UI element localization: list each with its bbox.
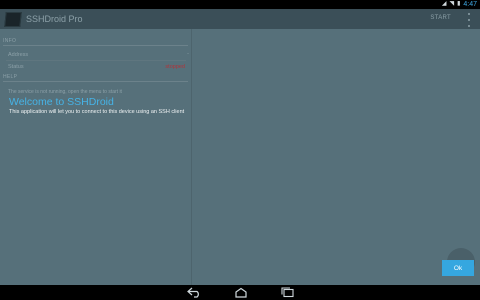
address-value: - bbox=[187, 51, 189, 57]
back-icon[interactable] bbox=[186, 287, 202, 298]
status-icons: ◢ ◥ ▮ 4:47 bbox=[442, 0, 477, 9]
wifi-icon: ◥ bbox=[449, 1, 455, 7]
ok-button[interactable]: Ok bbox=[442, 260, 474, 276]
info-section-divider bbox=[3, 45, 188, 46]
app-title: SSHDroid Pro bbox=[26, 14, 83, 24]
welcome-title: Welcome to SSHDroid bbox=[9, 96, 114, 108]
clock: 4:47 bbox=[463, 1, 477, 8]
start-button[interactable]: START bbox=[430, 15, 451, 21]
battery-icon: ▮ bbox=[457, 1, 461, 7]
help-section-divider bbox=[3, 81, 188, 82]
help-text: The service is not running, open the men… bbox=[8, 89, 122, 95]
welcome-message: This application will let you to connect… bbox=[9, 109, 185, 115]
row-divider bbox=[6, 60, 186, 61]
app-icon[interactable] bbox=[4, 12, 22, 27]
status-label: Status bbox=[8, 64, 24, 70]
address-label: Address bbox=[8, 52, 29, 58]
help-section-header: HELP bbox=[3, 74, 18, 80]
recent-apps-icon[interactable] bbox=[280, 287, 296, 298]
overflow-menu-icon[interactable] bbox=[467, 13, 471, 27]
home-icon[interactable] bbox=[233, 287, 249, 298]
status-value: stopped bbox=[165, 64, 185, 70]
notification-icon: ◢ bbox=[441, 1, 447, 7]
status-bar: ◢ ◥ ▮ 4:47 bbox=[0, 0, 480, 9]
settings-pane bbox=[0, 29, 192, 285]
info-section-header: INFO bbox=[3, 38, 17, 44]
